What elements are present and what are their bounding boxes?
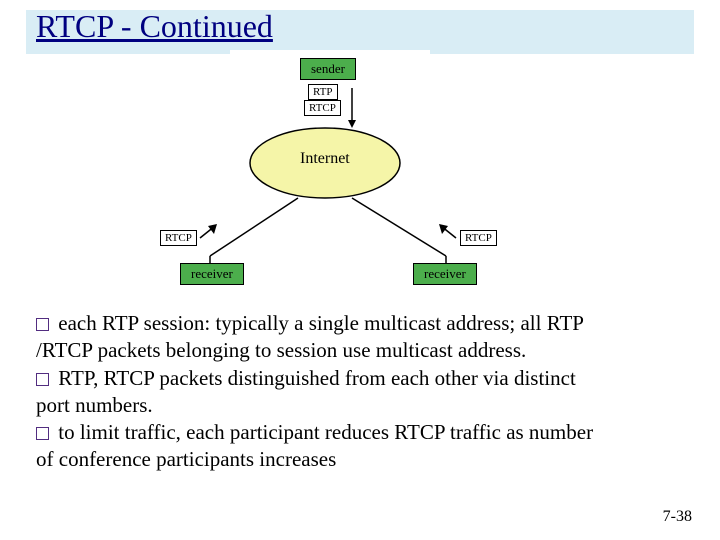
receiver-node-right: receiver (413, 263, 477, 285)
bullet-2-line-2: port numbers. (36, 393, 153, 417)
network-diagram: sender RTP RTCP Internet (150, 58, 570, 298)
rtcp-label-right: RTCP (460, 230, 497, 246)
slide-title: RTCP - Continued (36, 8, 273, 45)
bullet-3-line-1: to limit traffic, each participant reduc… (58, 420, 593, 444)
rtcp-label-top: RTCP (304, 100, 341, 116)
receiver-node-left: receiver (180, 263, 244, 285)
rtp-label-box: RTP (308, 84, 338, 100)
bullet-icon (36, 427, 49, 440)
bullet-1-line-2: /RTCP packets belonging to session use m… (36, 338, 526, 362)
bullet-1-line-1: each RTP session: typically a single mul… (58, 311, 584, 335)
body-text: each RTP session: typically a single mul… (36, 310, 686, 474)
sender-node: sender (300, 58, 356, 80)
bullet-icon (36, 373, 49, 386)
bullet-3-line-2: of conference participants increases (36, 447, 336, 471)
slide: RTCP - Continued sender RTP RTCP Interne… (0, 0, 720, 540)
rtcp-label-left: RTCP (160, 230, 197, 246)
bullet-icon (36, 318, 49, 331)
bullet-2-line-1: RTP, RTCP packets distinguished from eac… (58, 366, 576, 390)
internet-cloud-label: Internet (300, 150, 350, 168)
page-number: 7-38 (663, 508, 692, 526)
